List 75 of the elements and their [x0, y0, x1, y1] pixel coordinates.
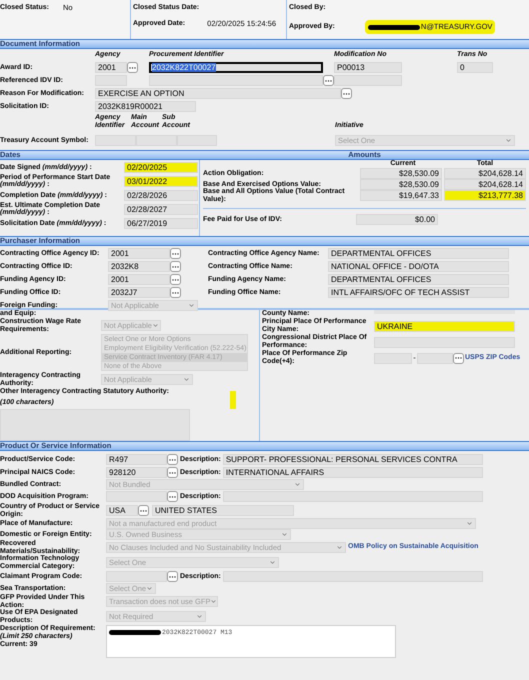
- lookup-button[interactable]: [341, 88, 352, 99]
- text-field[interactable]: 02/28/2026: [124, 190, 198, 200]
- text-field[interactable]: DEPARTMENTAL OFFICES: [328, 248, 509, 259]
- text-field[interactable]: 2032J7: [108, 287, 170, 298]
- text-field[interactable]: 2001: [95, 62, 127, 73]
- text-field[interactable]: 03/01/2022: [124, 176, 198, 186]
- text-area[interactable]: [0, 409, 190, 441]
- text-field[interactable]: USA: [106, 505, 138, 516]
- text-field[interactable]: [177, 135, 217, 146]
- lookup-button[interactable]: [167, 571, 178, 582]
- text-field[interactable]: $204,628.14: [444, 179, 526, 190]
- text-field[interactable]: 2032K819R00021: [95, 101, 196, 112]
- chevron-down-icon: [188, 302, 195, 309]
- lookup-button[interactable]: [167, 467, 178, 478]
- text-field[interactable]: 2032K822T00027: [149, 62, 323, 73]
- text-field[interactable]: P00013: [334, 62, 402, 73]
- text-field[interactable]: $213,777.38: [444, 190, 526, 201]
- text-field[interactable]: EXERCISE AN OPTION: [95, 88, 341, 99]
- lookup-button[interactable]: [138, 505, 149, 516]
- text-field[interactable]: 02/28/2027: [124, 204, 198, 214]
- text-field[interactable]: DEPARTMENTAL OFFICES: [328, 274, 509, 285]
- text-field[interactable]: R497: [106, 454, 167, 465]
- text-field[interactable]: $0.00: [356, 214, 438, 225]
- text-field[interactable]: [222, 491, 483, 502]
- lookup-button[interactable]: [453, 352, 464, 364]
- text-field[interactable]: INTL AFFAIRS/OFC OF TECH ASSIST: [328, 287, 509, 298]
- text-field[interactable]: 928120: [106, 467, 167, 478]
- chevron-down-icon: [152, 322, 159, 330]
- text-field[interactable]: [222, 571, 483, 582]
- lookup-button[interactable]: [170, 274, 181, 285]
- text-field[interactable]: 0: [457, 62, 493, 73]
- text-field[interactable]: [374, 336, 515, 348]
- text-field[interactable]: $28,530.09: [360, 168, 442, 179]
- chevron-down-icon: [210, 598, 218, 605]
- text-field[interactable]: [106, 491, 167, 502]
- text-field[interactable]: 2001: [108, 274, 170, 285]
- text-field[interactable]: $28,530.09: [360, 179, 442, 190]
- text-field[interactable]: INTERNATIONAL AFFAIRS: [222, 467, 483, 478]
- text-field[interactable]: [136, 135, 177, 146]
- text-field[interactable]: 2001: [108, 248, 170, 259]
- chevron-down-icon: [294, 481, 301, 488]
- lookup-button[interactable]: [167, 491, 178, 502]
- redaction-mark: [368, 24, 420, 30]
- text-field[interactable]: [417, 352, 453, 364]
- text-field[interactable]: UNITED STATES: [152, 505, 294, 516]
- text-field[interactable]: [334, 75, 402, 86]
- lookup-button[interactable]: [323, 75, 334, 86]
- chevron-down-icon: [505, 137, 512, 144]
- lookup-button[interactable]: [170, 248, 181, 259]
- text-field[interactable]: 06/27/2019: [124, 218, 198, 228]
- text-field[interactable]: $204,628.14: [444, 168, 526, 179]
- chevron-down-icon: [336, 544, 343, 551]
- chevron-down-icon: [269, 559, 276, 566]
- text-field[interactable]: [95, 135, 136, 146]
- lookup-button[interactable]: [170, 287, 181, 298]
- chevron-down-icon: [281, 531, 288, 538]
- chevron-down-icon: [146, 585, 154, 592]
- chevron-down-icon: [196, 613, 203, 620]
- lookup-button[interactable]: [127, 62, 138, 73]
- text-field[interactable]: $19,647.33: [360, 190, 442, 201]
- chevron-down-icon: [466, 520, 473, 527]
- chevron-down-icon: [183, 376, 190, 383]
- text-field[interactable]: UKRAINE: [374, 320, 515, 332]
- text-field[interactable]: SUPPORT- PROFESSIONAL: PERSONAL SERVICES CONTRA: [222, 454, 483, 465]
- text-field[interactable]: [374, 352, 412, 364]
- text-field[interactable]: 02/20/2025: [124, 162, 198, 172]
- text-field[interactable]: [95, 75, 127, 86]
- text-field[interactable]: [374, 310, 515, 314]
- lookup-button[interactable]: [167, 454, 178, 465]
- lookup-button[interactable]: [170, 261, 181, 272]
- text-field[interactable]: [106, 571, 167, 582]
- text-field[interactable]: NATIONAL OFFICE - DO/OTA: [328, 261, 509, 272]
- redaction-mark: [109, 630, 161, 635]
- text-field[interactable]: 2032K8: [108, 261, 170, 272]
- text-field[interactable]: [149, 75, 323, 86]
